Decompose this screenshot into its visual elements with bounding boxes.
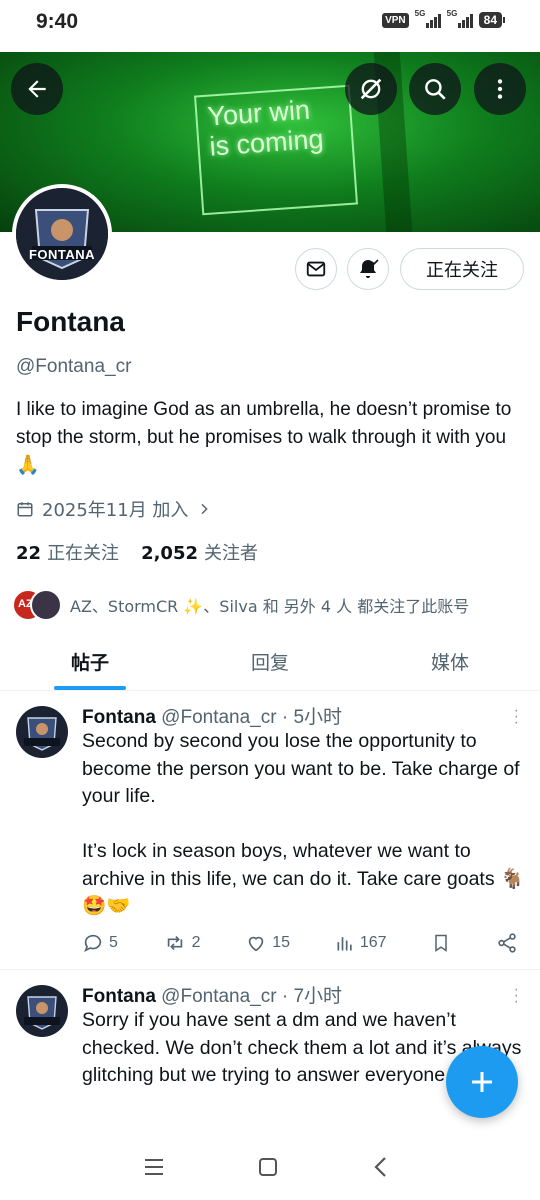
arrow-left-icon [28, 80, 46, 98]
back-nav-icon[interactable] [372, 1156, 390, 1178]
repost-button[interactable]: 2 [163, 932, 201, 954]
signal-icon: 5G [415, 9, 441, 28]
tab-posts[interactable]: 帖子 [0, 636, 180, 690]
tweet-header: Fontana @Fontana_cr · 5小时 [82, 702, 342, 729]
heart-icon [249, 936, 264, 952]
bookmark-button[interactable] [431, 932, 451, 954]
compose-button[interactable] [446, 1046, 518, 1118]
profile-bio: I like to imagine God as an umbrella, he… [16, 399, 512, 476]
grok-button[interactable] [345, 63, 397, 115]
tweet-more-icon[interactable]: · · · [514, 982, 519, 1010]
bell-check-icon [360, 259, 379, 278]
chevron-right-icon [201, 503, 209, 515]
like-button[interactable]: 15 [245, 932, 290, 954]
more-options-button[interactable] [474, 63, 526, 115]
banner-sign: Your win is coming [194, 84, 358, 216]
joined-date[interactable]: 2025年11月 加入 [16, 496, 212, 522]
search-button[interactable] [409, 63, 461, 115]
following-button[interactable]: 正在关注 [400, 248, 524, 290]
reply-button[interactable]: 5 [82, 932, 118, 954]
follower-avatar [30, 589, 62, 621]
views-button[interactable]: 167 [335, 933, 387, 953]
followed-by-text: AZ、StormCR ✨、Silva 和 另外 4 人 都关注了此账号 [70, 597, 470, 616]
back-button[interactable] [11, 63, 63, 115]
tab-media[interactable]: 媒体 [360, 636, 540, 690]
tweet-actions: 5 2 15 167 [82, 932, 518, 954]
followed-by[interactable]: AZ AZ、StormCR ✨、Silva 和 另外 4 人 都关注了此账号 [12, 588, 469, 622]
tweet-header: Fontana @Fontana_cr · 7小时 [82, 981, 342, 1008]
share-button[interactable] [496, 932, 518, 954]
system-nav-bar [0, 1138, 540, 1200]
status-icons: VPN 5G 5G 84 [382, 9, 506, 28]
notifications-button[interactable] [347, 248, 389, 290]
tweet-time: · 5小时 [281, 707, 343, 728]
tweet-text: Second by second you lose the opportunit… [82, 730, 525, 917]
bookmark-icon [435, 934, 447, 952]
grok-icon [360, 78, 382, 100]
status-bar: 9:40 VPN 5G 5G 84 [0, 0, 540, 48]
tweet[interactable]: Fontana @Fontana_cr · 5小时 · · · Second by … [0, 692, 540, 970]
analytics-icon [337, 937, 352, 951]
search-icon [425, 79, 446, 100]
share-icon [498, 933, 516, 953]
followers-count-link[interactable]: 2,052 关注者 [141, 539, 258, 565]
avatar-logo-text: FONTANA [28, 247, 96, 262]
signal-icon-2: 5G [447, 9, 473, 28]
tweet-time: · 7小时 [281, 986, 343, 1007]
vpn-badge: VPN [382, 12, 409, 28]
calendar-icon [17, 502, 33, 517]
battery-icon: 84 [478, 12, 506, 28]
following-count-link[interactable]: 22 正在关注 [16, 539, 119, 565]
tweet-avatar[interactable] [16, 985, 68, 1037]
repost-icon [167, 935, 182, 951]
joined-text: 2025年11月 加入 [42, 500, 189, 521]
tweet-handle: @Fontana_cr [161, 707, 277, 728]
tweet-author[interactable]: Fontana [82, 707, 156, 728]
avatar-image [16, 188, 108, 280]
plus-icon [472, 1072, 492, 1092]
tweet-handle: @Fontana_cr [161, 986, 277, 1007]
tweet-author[interactable]: Fontana [82, 986, 156, 1007]
message-button[interactable] [295, 248, 337, 290]
profile-handle: @Fontana_cr [16, 356, 132, 377]
profile-name: Fontana [16, 306, 125, 337]
home-icon[interactable] [258, 1157, 278, 1177]
tweet-avatar[interactable] [16, 706, 68, 758]
reply-icon [84, 934, 102, 953]
recent-apps-icon[interactable] [144, 1158, 164, 1176]
tab-replies[interactable]: 回复 [180, 636, 360, 690]
follow-counts: 22 正在关注 2,052 关注者 [16, 539, 258, 565]
tweet-more-icon[interactable]: · · · [514, 703, 519, 731]
more-vertical-icon [497, 79, 503, 99]
profile-avatar[interactable]: FONTANA [12, 184, 112, 284]
profile-tabs: 帖子 回复 媒体 [0, 636, 540, 691]
status-time: 9:40 [36, 10, 79, 33]
mail-icon [306, 261, 326, 277]
